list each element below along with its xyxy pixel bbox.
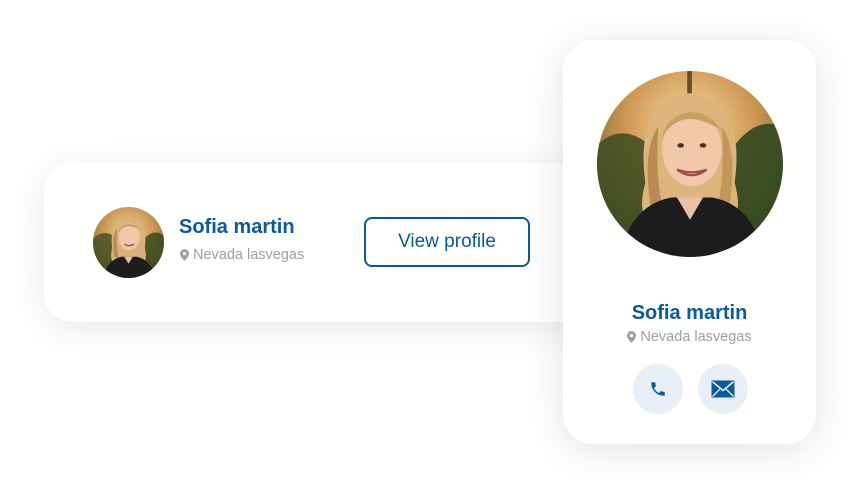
- location-pin-icon: [627, 331, 637, 343]
- avatar-photo: [93, 207, 164, 278]
- profile-detail-card: Sofia martin Nevada lasvegas: [563, 40, 816, 444]
- profile-name: Sofia martin: [179, 216, 295, 238]
- profile-location-text: Nevada lasvegas: [193, 247, 305, 263]
- email-button[interactable]: [698, 364, 748, 414]
- avatar: [597, 71, 783, 257]
- profile-list-card: Sofia martin Nevada lasvegas View profil…: [44, 163, 604, 322]
- profile-cards-stage: Sofia martin Nevada lasvegas View profil…: [0, 0, 860, 491]
- profile-location: Nevada lasvegas: [180, 247, 304, 263]
- mail-icon: [711, 380, 735, 398]
- call-button[interactable]: [633, 364, 683, 414]
- view-profile-button[interactable]: View profile: [364, 217, 530, 267]
- avatar-photo: [597, 71, 783, 257]
- profile-location: Nevada lasvegas: [563, 329, 816, 345]
- location-pin-icon: [180, 249, 189, 261]
- avatar: [93, 207, 164, 278]
- profile-location-text: Nevada lasvegas: [640, 329, 752, 345]
- profile-name: Sofia martin: [631, 302, 748, 324]
- phone-icon: [651, 382, 665, 396]
